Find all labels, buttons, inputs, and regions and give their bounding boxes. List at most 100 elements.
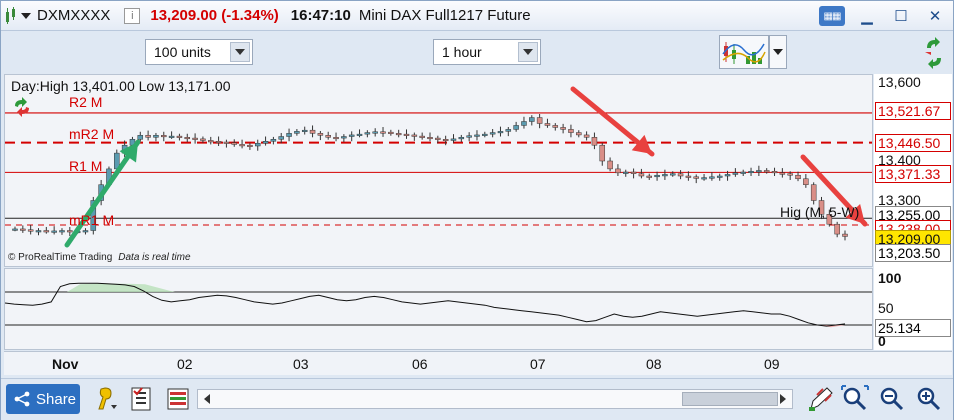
date-label: Nov [52, 356, 79, 372]
candle [153, 135, 159, 138]
candle [529, 117, 535, 122]
indicator-tick: 50 [878, 300, 894, 316]
share-button[interactable]: Share [6, 384, 80, 414]
positions-icon[interactable] [164, 385, 192, 413]
scrollbar-thumb[interactable] [682, 392, 778, 406]
candle [333, 137, 339, 140]
drawing-icon[interactable] [807, 385, 835, 413]
timeframe-select[interactable]: 1 hour [433, 39, 541, 65]
chart-toolbar: 100 units 1 hour [1, 32, 953, 74]
candle [474, 134, 480, 137]
grid-icon[interactable] [5, 5, 17, 27]
info-icon[interactable]: i [124, 7, 141, 24]
units-select-value: 100 units [154, 44, 211, 60]
instrument-name: Mini DAX Full1217 Future [358, 7, 531, 24]
candle [192, 137, 198, 140]
zoom-in-icon[interactable] [915, 385, 943, 413]
candle [223, 141, 230, 144]
indicators-icon[interactable] [719, 35, 769, 69]
candle [176, 135, 183, 138]
candle [427, 137, 433, 140]
candle [168, 135, 175, 138]
date-axis[interactable]: Nov 02 03 06 07 08 09 [4, 351, 952, 375]
candle [803, 178, 809, 185]
candle [278, 136, 284, 140]
candle [576, 132, 582, 136]
candle [716, 175, 723, 178]
candle [497, 131, 504, 134]
price-chart[interactable]: Day:High 13,401.00 Low 13,171.00 R2 M mR… [4, 74, 873, 267]
candle [442, 139, 449, 142]
candle [505, 129, 512, 132]
mr2-level-box: 13,446.50 [875, 134, 951, 152]
candle [348, 134, 355, 137]
candle [521, 121, 527, 126]
maximize-icon[interactable]: ☐ [889, 6, 913, 26]
candle [208, 140, 214, 143]
candle [239, 144, 245, 147]
candle [568, 129, 574, 133]
candle [630, 171, 637, 174]
candle [756, 170, 762, 173]
candle [654, 174, 660, 178]
r2-level-box: 13,521.67 [875, 102, 951, 120]
last-price: 13,209.00 (-1.34%) [150, 7, 279, 24]
chevron-down-icon[interactable] [518, 42, 538, 62]
candle [231, 142, 237, 145]
candle [43, 230, 50, 233]
close-icon[interactable]: ✕ [923, 6, 947, 26]
pivot-label-mr1: mR1 M [69, 212, 115, 228]
hig-label: Hig (M, 5-W) [780, 204, 860, 220]
indicator-chart[interactable] [4, 268, 873, 350]
minimize-icon[interactable]: ▁ [855, 6, 879, 26]
date-label: 09 [764, 356, 780, 372]
candle [145, 135, 151, 138]
candle [482, 133, 488, 136]
credit-source: © ProRealTime Trading [8, 252, 113, 263]
candle [137, 135, 144, 140]
candle [701, 177, 707, 180]
indicators-dropdown[interactable] [769, 35, 787, 69]
indicator-canvas[interactable] [5, 269, 872, 349]
chart-scrollbar[interactable] [197, 389, 793, 409]
pivot-label-r2: R2 M [69, 94, 103, 110]
candle [435, 137, 441, 140]
price-axis[interactable]: 13,600 13,521.67 13,446.50 13,400 13,371… [874, 74, 952, 350]
zoom-fit-icon[interactable] [841, 385, 869, 413]
scroll-right-icon[interactable] [774, 390, 792, 408]
candle [740, 171, 746, 174]
indicator-value-box: 25.134 [875, 319, 951, 337]
candle [309, 129, 316, 134]
refresh-icon[interactable] [12, 97, 32, 117]
candle [419, 135, 425, 138]
orders-icon[interactable] [128, 385, 156, 413]
candle [254, 142, 261, 147]
sync-icon[interactable] [923, 36, 945, 70]
credit-text: © ProRealTime Trading Data is real time [8, 252, 191, 263]
chevron-down-icon[interactable] [230, 42, 250, 62]
candle [247, 144, 253, 147]
candle [536, 117, 543, 124]
dropdown-arrow-icon[interactable] [21, 12, 31, 19]
price-chart-canvas[interactable] [5, 75, 872, 266]
timeframe-select-value: 1 hour [442, 44, 482, 60]
zoom-out-icon[interactable] [878, 385, 906, 413]
candle [669, 173, 676, 176]
candle [270, 139, 277, 142]
candle [27, 229, 34, 232]
candle [623, 171, 629, 174]
symbol-name[interactable]: DXMXXXX [37, 7, 110, 24]
candle [380, 131, 386, 134]
scroll-left-icon[interactable] [198, 390, 216, 408]
candle [638, 173, 645, 177]
date-label: 07 [530, 356, 546, 372]
units-select[interactable]: 100 units [145, 39, 253, 65]
candle [59, 230, 65, 233]
date-label: 02 [177, 356, 193, 372]
candle [286, 133, 292, 137]
candle [709, 176, 715, 179]
bell-icon[interactable] [93, 385, 121, 413]
candle [591, 137, 598, 146]
keyboard-icon[interactable]: ▦▦ [819, 6, 845, 26]
candle [685, 175, 692, 178]
